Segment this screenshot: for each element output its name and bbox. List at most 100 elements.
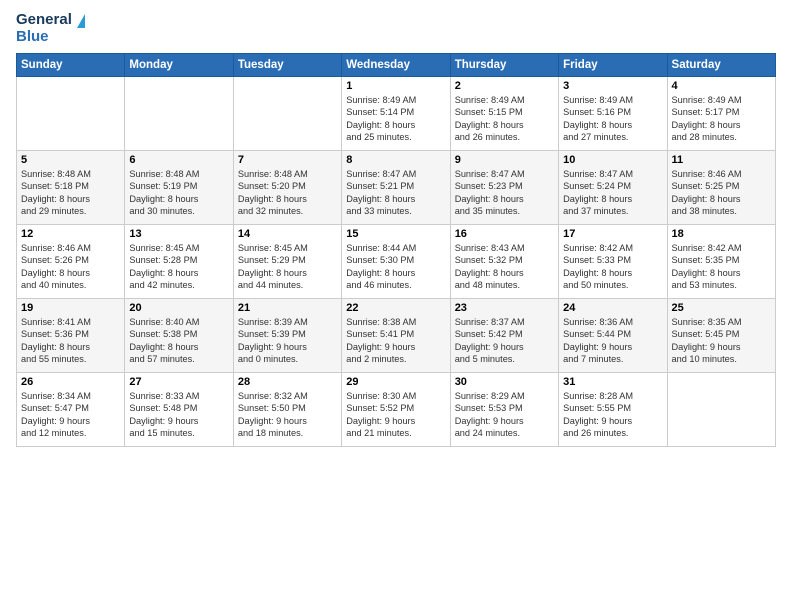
logo-triangle: [77, 14, 85, 28]
calendar-cell: 31 Sunrise: 8:28 AM Sunset: 5:55 PM Dayli…: [559, 373, 667, 447]
calendar-cell: 15Sunrise: 8:44 AM Sunset: 5:30 PM Dayli…: [342, 225, 450, 299]
day-number: 2: [455, 80, 554, 92]
day-number: 16: [455, 228, 554, 240]
cell-info: Sunrise: 8:42 AM Sunset: 5:35 PM Dayligh…: [672, 242, 771, 292]
calendar-cell: 16 Sunrise: 8:43 AM Sunset: 5:32 PM Dayli…: [450, 225, 558, 299]
day-number: 18: [672, 228, 771, 240]
day-number: 24: [563, 302, 662, 314]
calendar-cell: 26Sunrise: 8:34 AM Sunset: 5:47 PM Dayli…: [17, 373, 125, 447]
calendar-week-3: 12 Sunrise: 8:46 AM Sunset: 5:26 PM Dayli…: [17, 225, 776, 299]
day-number: 22: [346, 302, 445, 314]
header-friday: Friday: [559, 54, 667, 77]
cell-info: Sunrise: 8:37 AM Sunset: 5:42 PM Dayligh…: [455, 316, 554, 366]
cell-info: Sunrise: 8:39 AM Sunset: 5:39 PM Dayligh…: [238, 316, 337, 366]
cell-info: Sunrise: 8:45 AM Sunset: 5:29 PM Dayligh…: [238, 242, 337, 292]
cell-info: Sunrise: 8:45 AM Sunset: 5:28 PM Dayligh…: [129, 242, 228, 292]
calendar-cell: 2Sunrise: 8:49 AM Sunset: 5:15 PM Daylig…: [450, 77, 558, 151]
day-number: 10: [563, 154, 662, 166]
calendar-cell: 11 Sunrise: 8:46 AM Sunset: 5:25 PM Dayli…: [667, 151, 775, 225]
cell-info: Sunrise: 8:47 AM Sunset: 5:24 PM Dayligh…: [563, 168, 662, 218]
cell-info: Sunrise: 8:46 AM Sunset: 5:25 PM Dayligh…: [672, 168, 771, 218]
day-number: 13: [129, 228, 228, 240]
cell-info: Sunrise: 8:29 AM Sunset: 5:53 PM Dayligh…: [455, 390, 554, 440]
calendar-cell: 17 Sunrise: 8:42 AM Sunset: 5:33 PM Dayli…: [559, 225, 667, 299]
calendar-cell: 19Sunrise: 8:41 AM Sunset: 5:36 PM Dayli…: [17, 299, 125, 373]
calendar-cell: 9Sunrise: 8:47 AM Sunset: 5:23 PM Daylig…: [450, 151, 558, 225]
cell-info: Sunrise: 8:46 AM Sunset: 5:26 PM Dayligh…: [21, 242, 120, 292]
day-number: 4: [672, 80, 771, 92]
calendar-cell: 6 Sunrise: 8:48 AM Sunset: 5:19 PM Daylig…: [125, 151, 233, 225]
header-saturday: Saturday: [667, 54, 775, 77]
calendar-cell: [17, 77, 125, 151]
cell-info: Sunrise: 8:49 AM Sunset: 5:14 PM Dayligh…: [346, 94, 445, 144]
logo-general: General: [16, 12, 72, 29]
page-header: GeneralBlue: [16, 12, 776, 45]
day-number: 6: [129, 154, 228, 166]
cell-info: Sunrise: 8:42 AM Sunset: 5:33 PM Dayligh…: [563, 242, 662, 292]
cell-info: Sunrise: 8:48 AM Sunset: 5:19 PM Dayligh…: [129, 168, 228, 218]
cell-info: Sunrise: 8:40 AM Sunset: 5:38 PM Dayligh…: [129, 316, 228, 366]
day-number: 14: [238, 228, 337, 240]
cell-info: Sunrise: 8:49 AM Sunset: 5:16 PM Dayligh…: [563, 94, 662, 144]
calendar-cell: 8 Sunrise: 8:47 AM Sunset: 5:21 PM Daylig…: [342, 151, 450, 225]
calendar-header-row: SundayMondayTuesdayWednesdayThursdayFrid…: [17, 54, 776, 77]
cell-info: Sunrise: 8:28 AM Sunset: 5:55 PM Dayligh…: [563, 390, 662, 440]
calendar-cell: 28 Sunrise: 8:32 AM Sunset: 5:50 PM Dayli…: [233, 373, 341, 447]
calendar-table: SundayMondayTuesdayWednesdayThursdayFrid…: [16, 53, 776, 447]
day-number: 11: [672, 154, 771, 166]
calendar-cell: 14 Sunrise: 8:45 AM Sunset: 5:29 PM Dayli…: [233, 225, 341, 299]
calendar-week-5: 26Sunrise: 8:34 AM Sunset: 5:47 PM Dayli…: [17, 373, 776, 447]
day-number: 29: [346, 376, 445, 388]
calendar-cell: 25 Sunrise: 8:35 AM Sunset: 5:45 PM Dayli…: [667, 299, 775, 373]
header-monday: Monday: [125, 54, 233, 77]
logo-blue: Blue: [16, 29, 85, 46]
day-number: 23: [455, 302, 554, 314]
calendar-cell: 30Sunrise: 8:29 AM Sunset: 5:53 PM Dayli…: [450, 373, 558, 447]
calendar-cell: 10 Sunrise: 8:47 AM Sunset: 5:24 PM Dayli…: [559, 151, 667, 225]
cell-info: Sunrise: 8:30 AM Sunset: 5:52 PM Dayligh…: [346, 390, 445, 440]
day-number: 5: [21, 154, 120, 166]
cell-info: Sunrise: 8:32 AM Sunset: 5:50 PM Dayligh…: [238, 390, 337, 440]
calendar-body: 1 Sunrise: 8:49 AM Sunset: 5:14 PM Daylig…: [17, 77, 776, 447]
calendar-cell: [125, 77, 233, 151]
cell-info: Sunrise: 8:48 AM Sunset: 5:20 PM Dayligh…: [238, 168, 337, 218]
calendar-cell: 29 Sunrise: 8:30 AM Sunset: 5:52 PM Dayli…: [342, 373, 450, 447]
calendar-cell: 20 Sunrise: 8:40 AM Sunset: 5:38 PM Dayli…: [125, 299, 233, 373]
day-number: 1: [346, 80, 445, 92]
cell-info: Sunrise: 8:41 AM Sunset: 5:36 PM Dayligh…: [21, 316, 120, 366]
calendar-cell: 27Sunrise: 8:33 AM Sunset: 5:48 PM Dayli…: [125, 373, 233, 447]
cell-info: Sunrise: 8:38 AM Sunset: 5:41 PM Dayligh…: [346, 316, 445, 366]
day-number: 26: [21, 376, 120, 388]
cell-info: Sunrise: 8:36 AM Sunset: 5:44 PM Dayligh…: [563, 316, 662, 366]
calendar-cell: 5Sunrise: 8:48 AM Sunset: 5:18 PM Daylig…: [17, 151, 125, 225]
cell-info: Sunrise: 8:44 AM Sunset: 5:30 PM Dayligh…: [346, 242, 445, 292]
calendar-cell: 4 Sunrise: 8:49 AM Sunset: 5:17 PM Daylig…: [667, 77, 775, 151]
cell-info: Sunrise: 8:49 AM Sunset: 5:17 PM Dayligh…: [672, 94, 771, 144]
day-number: 12: [21, 228, 120, 240]
header-wednesday: Wednesday: [342, 54, 450, 77]
day-number: 27: [129, 376, 228, 388]
day-number: 8: [346, 154, 445, 166]
day-number: 3: [563, 80, 662, 92]
calendar-week-4: 19Sunrise: 8:41 AM Sunset: 5:36 PM Dayli…: [17, 299, 776, 373]
logo: GeneralBlue: [16, 12, 85, 45]
day-number: 9: [455, 154, 554, 166]
calendar-cell: 24 Sunrise: 8:36 AM Sunset: 5:44 PM Dayli…: [559, 299, 667, 373]
day-number: 20: [129, 302, 228, 314]
day-number: 17: [563, 228, 662, 240]
calendar-week-2: 5Sunrise: 8:48 AM Sunset: 5:18 PM Daylig…: [17, 151, 776, 225]
day-number: 7: [238, 154, 337, 166]
calendar-cell: 22 Sunrise: 8:38 AM Sunset: 5:41 PM Dayli…: [342, 299, 450, 373]
calendar-cell: 21 Sunrise: 8:39 AM Sunset: 5:39 PM Dayli…: [233, 299, 341, 373]
day-number: 25: [672, 302, 771, 314]
day-number: 21: [238, 302, 337, 314]
cell-info: Sunrise: 8:47 AM Sunset: 5:21 PM Dayligh…: [346, 168, 445, 218]
calendar-cell: [667, 373, 775, 447]
calendar-cell: 13 Sunrise: 8:45 AM Sunset: 5:28 PM Dayli…: [125, 225, 233, 299]
calendar-cell: 23 Sunrise: 8:37 AM Sunset: 5:42 PM Dayli…: [450, 299, 558, 373]
day-number: 28: [238, 376, 337, 388]
cell-info: Sunrise: 8:35 AM Sunset: 5:45 PM Dayligh…: [672, 316, 771, 366]
cell-info: Sunrise: 8:43 AM Sunset: 5:32 PM Dayligh…: [455, 242, 554, 292]
calendar-cell: 1 Sunrise: 8:49 AM Sunset: 5:14 PM Daylig…: [342, 77, 450, 151]
day-number: 31: [563, 376, 662, 388]
